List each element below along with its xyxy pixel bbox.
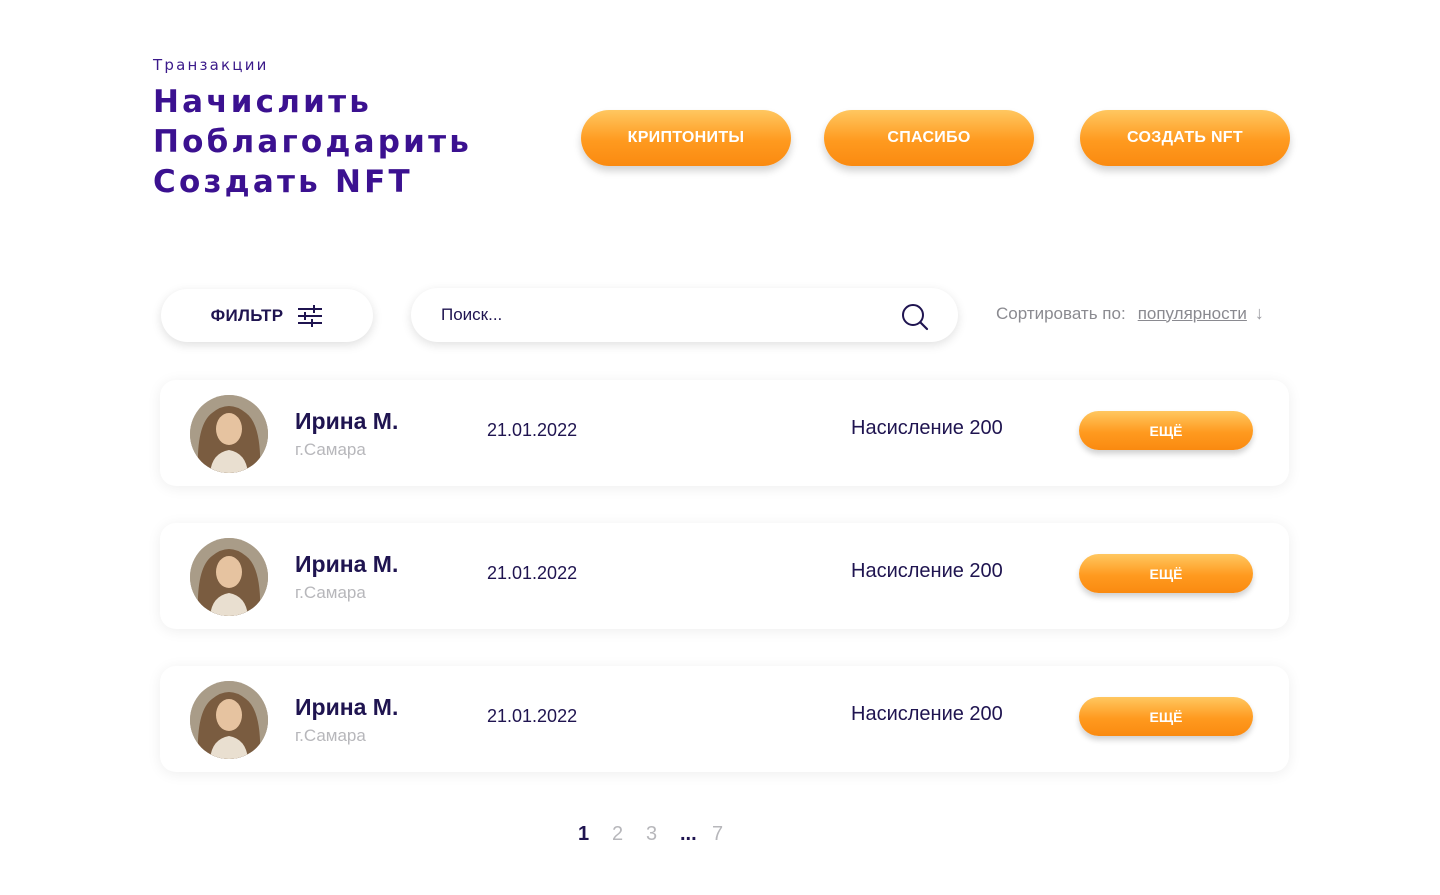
search-icon[interactable] [901, 303, 929, 331]
user-photo-icon [190, 395, 268, 473]
transaction-row: Ирина М. г.Самара 21.01.2022 Насисление … [160, 523, 1289, 629]
sort-label: Сортировать по: [996, 303, 1126, 323]
pagination: 1 2 3 ... 7 [578, 823, 746, 846]
page-7[interactable]: 7 [712, 823, 746, 846]
transaction-row: Ирина М. г.Самара 21.01.2022 Насисление … [160, 380, 1289, 486]
page-2[interactable]: 2 [612, 823, 646, 846]
transaction-date: 21.01.2022 [487, 706, 578, 726]
create-nft-button[interactable]: СОЗДАТЬ NFT [1080, 110, 1290, 166]
more-button[interactable]: ЕЩЁ [1079, 697, 1253, 736]
more-button[interactable]: ЕЩЁ [1079, 554, 1253, 593]
search-input[interactable] [441, 288, 881, 342]
sliders-icon [298, 304, 323, 327]
user-photo-icon [190, 538, 268, 616]
thanks-button[interactable]: СПАСИБО [824, 110, 1034, 166]
nav-create-nft[interactable]: Создать NFT [153, 162, 573, 202]
avatar [190, 538, 268, 616]
kryptonites-button[interactable]: КРИПТОНИТЫ [581, 110, 791, 166]
user-city: г.Самара [295, 583, 366, 602]
user-city: г.Самара [295, 726, 366, 745]
filter-label: ФИЛЬТР [210, 305, 284, 325]
section-eyebrow: Транзакции [153, 56, 269, 74]
transaction-amount: Насисление 200 [851, 417, 1003, 439]
sort-direction-icon[interactable]: ↓ [1255, 303, 1264, 324]
user-city: г.Самара [295, 440, 366, 459]
transaction-row: Ирина М. г.Самара 21.01.2022 Насисление … [160, 666, 1289, 772]
transaction-date: 21.01.2022 [487, 420, 578, 440]
transaction-amount: Насисление 200 [851, 560, 1003, 582]
sort-control: Сортировать по: популярности ↓ [996, 303, 1264, 324]
page-1[interactable]: 1 [578, 823, 612, 846]
transaction-date: 21.01.2022 [487, 563, 578, 583]
sort-value-link[interactable]: популярности [1138, 304, 1247, 324]
user-photo-icon [190, 681, 268, 759]
more-button[interactable]: ЕЩЁ [1079, 411, 1253, 450]
page-3[interactable]: 3 [646, 823, 680, 846]
header: Транзакции Начислить Поблагодарить Созда… [147, 56, 573, 202]
avatar [190, 681, 268, 759]
user-name: Ирина М. [295, 551, 399, 577]
nav-accrue-label: Начислить [153, 84, 373, 120]
transactions-page: Транзакции Начислить Поблагодарить Созда… [0, 0, 1440, 895]
filter-button[interactable]: ФИЛЬТР [161, 289, 373, 342]
search-bar [411, 288, 958, 342]
page-ellipsis: ... [680, 823, 697, 845]
user-name: Ирина М. [295, 408, 399, 434]
avatar [190, 395, 268, 473]
nav-accrue[interactable]: Начислить [147, 82, 573, 122]
nav-thank[interactable]: Поблагодарить [153, 122, 573, 162]
transaction-amount: Насисление 200 [851, 703, 1003, 725]
user-name: Ирина М. [295, 694, 399, 720]
main-nav: Начислить Поблагодарить Создать NFT [147, 82, 573, 202]
